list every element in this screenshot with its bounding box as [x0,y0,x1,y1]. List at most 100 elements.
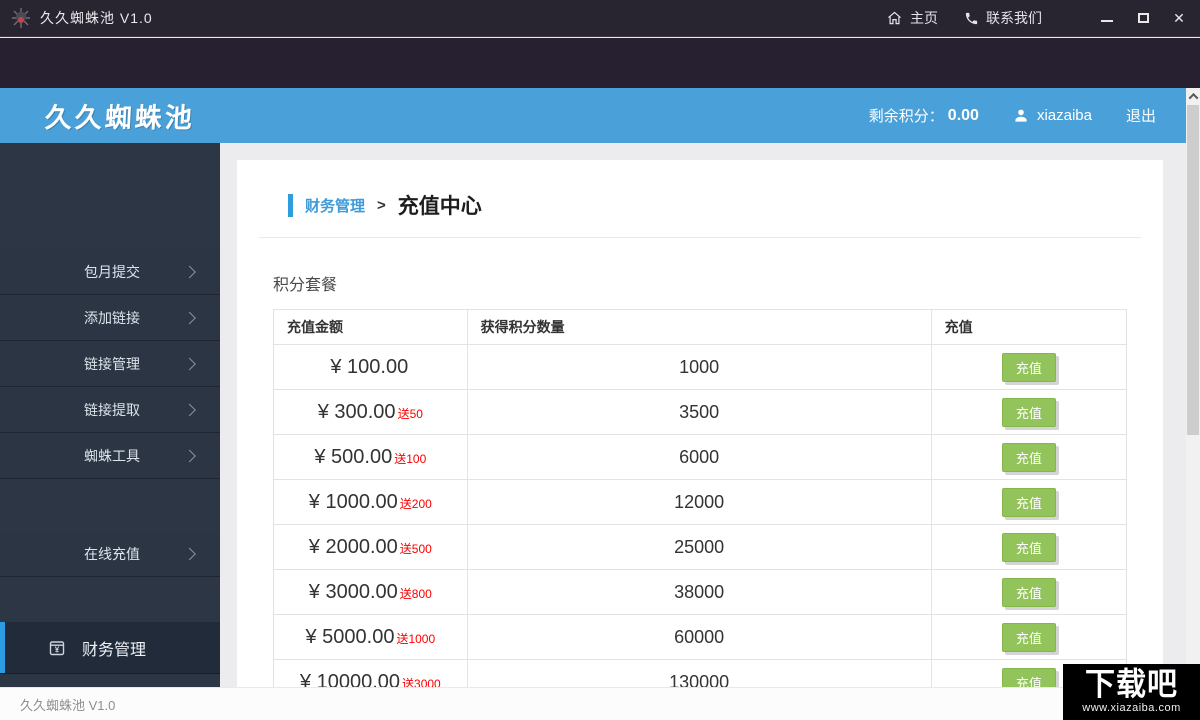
package-row: ¥ 100.00 1000 充值 [273,344,1128,390]
amount-value: ¥ 300.00 [317,400,396,423]
recharge-button[interactable]: 充值 [1001,352,1056,382]
package-row: ¥ 1000.00 送200 12000 充值 [273,479,1128,525]
window-controls: ✕ [1096,7,1190,29]
user-menu[interactable]: xiazaiba [1013,107,1092,124]
bonus-label: 送500 [399,541,432,556]
header-bar: 久久蜘蛛池 剩余积分： 0.00 xiazaiba 退出 [0,88,1186,143]
chevron-right-icon [183,357,196,370]
page-title: 充值中心 [397,195,482,218]
packages-table: 充值金额 获得积分数量 充值 ¥ 100.00 1000 充值 ¥ 300.00… [273,309,1128,688]
watermark-url: www.xiazaiba.com [1082,702,1181,714]
recharge-button[interactable]: 充值 [1001,442,1056,472]
amount-value: ¥ 10000.00 [299,670,401,688]
points-value: 6000 [466,434,932,480]
maximize-button[interactable] [1132,7,1154,29]
points-value: 1000 [466,344,932,390]
bonus-label: 送3000 [402,676,441,688]
svg-text:¥: ¥ [55,645,60,654]
watermark: 下载吧 www.xiazaiba.com [1063,664,1200,720]
package-row: ¥ 5000.00 送1000 60000 充值 [273,614,1128,660]
table-header-row: 充值金额 获得积分数量 充值 [273,309,1128,345]
nav-home[interactable]: 主页 [886,8,938,28]
breadcrumb: 财务管理 > 充值中心 [288,160,1127,220]
sidebar-item-包月提交[interactable]: 包月提交 [0,249,220,295]
col-header-amount: 充值金额 [273,309,468,345]
bonus-label: 送1000 [396,631,436,646]
section-title: 积分套餐 [273,277,338,294]
window-title: 久久蜘蛛池 V1.0 [40,10,153,26]
home-icon [886,10,903,26]
phone-icon [964,11,979,26]
sidebar-item-添加链接[interactable]: 添加链接 [0,295,220,341]
package-row: ¥ 3000.00 送800 38000 充值 [273,569,1128,615]
remaining-points: 剩余积分： 0.00 [869,105,979,126]
top-strip [0,38,1200,88]
chevron-right-icon [183,547,196,560]
logout-button[interactable]: 退出 [1126,105,1156,126]
recharge-button[interactable]: 充值 [1001,622,1056,652]
amount-value: ¥ 100.00 [330,355,409,378]
amount-value: ¥ 1000.00 [308,490,398,513]
package-row: ¥ 10000.00 送3000 130000 充值 [273,659,1128,688]
points-value: 60000 [466,614,932,660]
col-header-points: 获得积分数量 [466,309,932,345]
packages-tbody: ¥ 100.00 1000 充值 ¥ 300.00 送50 3500 充值 ¥ 5… [273,344,1128,688]
spider-logo-icon [10,7,32,29]
package-row: ¥ 2000.00 送500 25000 充值 [273,524,1128,570]
package-row: ¥ 500.00 送100 6000 充值 [273,434,1128,480]
sidebar-item-链接管理[interactable]: 链接管理 [0,341,220,387]
col-header-action: 充值 [930,309,1128,345]
app-window: 久久蜘蛛池 V1.0 主页 联系我们 ✕ 久久蜘蛛池 剩余积分： 0.00 xi… [0,0,1200,720]
amount-value: ¥ 2000.00 [308,535,398,558]
package-row: ¥ 300.00 送50 3500 充值 [273,389,1128,435]
sidebar: 管理中心 我的应用 包月提交 添加链接 链接管理 链接提取 蜘蛛工具 ¥ 财务管… [0,143,1200,687]
chevron-up-icon [1188,92,1198,103]
sidebar-item-蜘蛛工具[interactable]: 蜘蛛工具 [0,433,220,479]
recharge-button[interactable]: 充值 [1001,397,1056,427]
bonus-label: 送50 [397,406,423,421]
points-value: 25000 [466,524,932,570]
points-label: 剩余积分： [868,108,944,125]
points-value: 0.00 [947,106,979,124]
brand-logo: 久久蜘蛛池 [44,103,196,133]
username: xiazaiba [1036,107,1092,124]
points-value: 130000 [466,659,932,687]
scrollbar-thumb[interactable] [1187,105,1199,435]
recharge-button[interactable]: 充值 [1001,667,1056,687]
amount-value: ¥ 5000.00 [305,625,395,648]
points-value: 38000 [466,569,932,615]
points-value: 12000 [466,479,932,525]
minimize-button[interactable] [1096,7,1118,29]
breadcrumb-separator: > [377,196,386,214]
amount-value: ¥ 3000.00 [308,580,398,603]
finance-icon: ¥ [46,637,68,659]
chevron-right-icon [183,403,196,416]
divider [259,237,1141,238]
sidebar-item-在线充值[interactable]: 在线充值 [0,531,220,577]
chevron-right-icon [183,311,196,324]
recharge-button[interactable]: 充值 [1001,577,1056,607]
recharge-button[interactable]: 充值 [1001,532,1056,562]
status-text: 久久蜘蛛池 V1.0 [20,697,116,713]
main-region: 管理中心 我的应用 包月提交 添加链接 链接管理 链接提取 蜘蛛工具 ¥ 财务管… [0,143,1200,687]
breadcrumb-section[interactable]: 财务管理 [305,195,365,216]
sidebar-item-链接提取[interactable]: 链接提取 [0,387,220,433]
user-icon [1013,108,1029,124]
chevron-right-icon [183,449,196,462]
close-button[interactable]: ✕ [1168,7,1190,29]
bonus-label: 送200 [399,496,432,511]
recharge-button[interactable]: 充值 [1001,487,1056,517]
bonus-label: 送100 [394,451,427,466]
scroll-up-button[interactable] [1186,88,1200,105]
breadcrumb-accent-bar [288,193,293,217]
titlebar: 久久蜘蛛池 V1.0 主页 联系我们 ✕ [0,0,1200,37]
amount-value: ¥ 500.00 [314,445,393,468]
scrollbar[interactable] [1186,88,1200,687]
bonus-label: 送800 [399,586,432,601]
content-panel: 财务管理 > 充值中心 积分套餐 充值金额 获得积分数量 充值 ¥ 100.00… [237,160,1163,687]
watermark-title: 下载吧 [1085,667,1178,702]
points-value: 3500 [466,389,932,435]
chevron-right-icon [183,265,196,278]
nav-contact[interactable]: 联系我们 [964,8,1042,28]
content-area: 财务管理 > 充值中心 积分套餐 充值金额 获得积分数量 充值 ¥ 100.00… [220,143,1186,687]
